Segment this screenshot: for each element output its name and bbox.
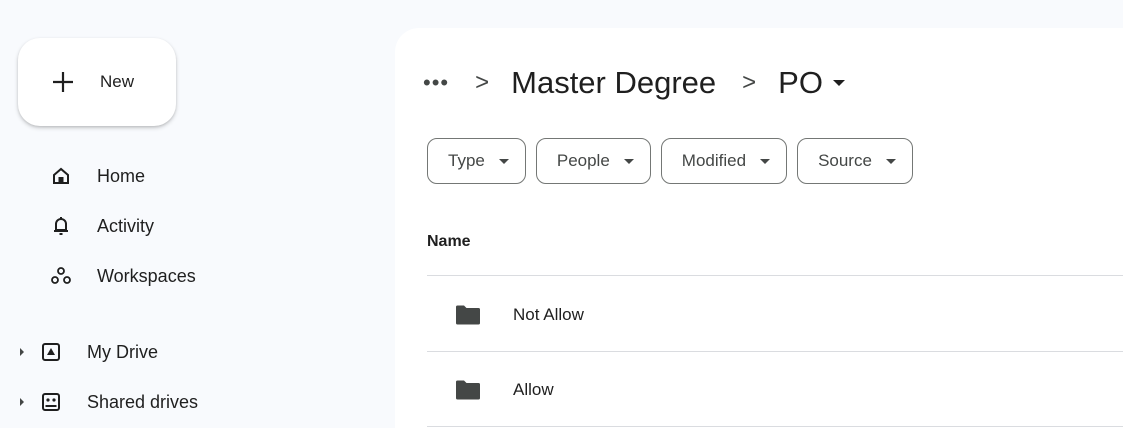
row-divider	[427, 351, 1123, 352]
name-column-header[interactable]: Name	[427, 233, 471, 251]
row-divider	[427, 275, 1123, 276]
filter-type-chip[interactable]: Type	[427, 138, 526, 184]
new-button[interactable]: New	[18, 38, 176, 126]
breadcrumb-separator: >	[742, 69, 757, 96]
dropdown-arrow-icon	[760, 158, 771, 164]
filter-bar: Type People Modified Source	[427, 138, 913, 184]
filter-source-chip[interactable]: Source	[797, 138, 913, 184]
sidebar-item-label: Shared drives	[87, 391, 199, 412]
sidebar-item-label: Activity	[97, 215, 155, 236]
filter-chip-label: Type	[448, 151, 485, 170]
sidebar-item-label: Workspaces	[97, 265, 196, 286]
file-name: Not Allow	[513, 305, 584, 324]
table-row[interactable]: Not Allow	[427, 278, 1123, 352]
dropdown-arrow-icon	[832, 80, 845, 86]
sidebar-item-activity[interactable]: Activity	[0, 208, 380, 244]
sidebar-item-workspaces[interactable]: Workspaces	[0, 258, 380, 294]
home-icon	[48, 163, 74, 189]
sidebar-item-label: My Drive	[87, 341, 158, 362]
new-button-label: New	[100, 72, 135, 91]
drive-app: New Home Activity Workspaces My Drive Sh…	[0, 0, 1123, 428]
filter-people-chip[interactable]: People	[535, 138, 651, 184]
sidebar: New Home Activity Workspaces My Drive Sh…	[0, 0, 395, 428]
workspaces-icon	[48, 263, 74, 289]
sidebar-item-home[interactable]: Home	[0, 158, 380, 194]
folder-icon	[455, 304, 483, 326]
bell-icon	[48, 213, 74, 239]
my-drive-icon	[38, 339, 64, 365]
sidebar-item-shared-drives[interactable]: Shared drives	[0, 384, 380, 420]
dropdown-arrow-icon	[498, 158, 509, 164]
breadcrumb-current-label: PO	[778, 65, 823, 100]
plus-icon	[50, 69, 76, 95]
breadcrumb-current-folder[interactable]: PO	[778, 65, 845, 101]
breadcrumb-separator: >	[475, 69, 490, 96]
dropdown-arrow-icon	[885, 158, 896, 164]
filter-chip-label: People	[556, 151, 610, 170]
main-content: ••• > Master Degree > PO Type People Mod…	[395, 28, 1123, 428]
breadcrumb: ••• > Master Degree > PO	[423, 58, 845, 108]
file-name: Allow	[513, 380, 554, 399]
expand-caret-icon[interactable]	[0, 397, 30, 407]
filter-modified-chip[interactable]: Modified	[660, 138, 788, 184]
row-divider	[427, 426, 1123, 427]
sidebar-item-my-drive[interactable]: My Drive	[0, 334, 380, 370]
filter-chip-label: Source	[818, 151, 872, 170]
expand-caret-icon[interactable]	[0, 347, 30, 357]
filter-chip-label: Modified	[681, 151, 747, 170]
table-row[interactable]: Allow	[427, 353, 1123, 427]
folder-icon	[455, 379, 483, 401]
shared-drives-icon	[38, 389, 64, 415]
breadcrumb-parent[interactable]: Master Degree	[511, 65, 716, 101]
breadcrumb-more-button[interactable]: •••	[423, 70, 449, 96]
sidebar-item-label: Home	[97, 165, 146, 186]
dropdown-arrow-icon	[623, 158, 634, 164]
